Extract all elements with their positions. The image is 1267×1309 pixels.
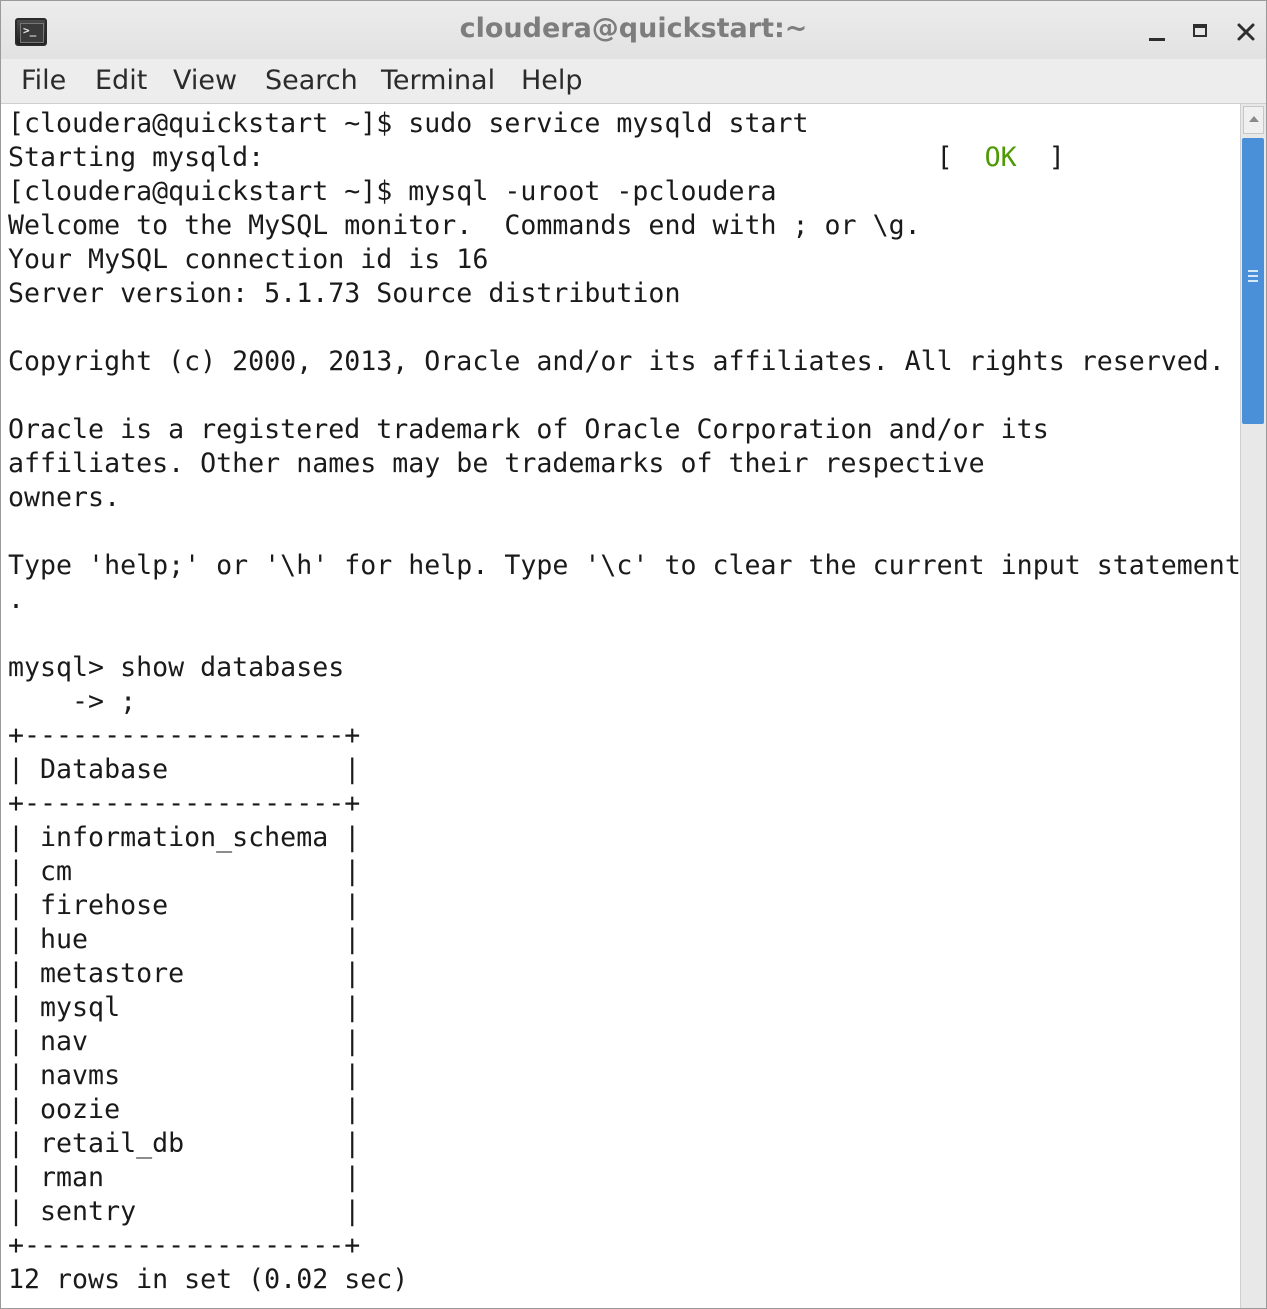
menu-file[interactable]: File	[21, 63, 66, 99]
close-button[interactable]	[1229, 13, 1263, 49]
terminal-text: [cloudera@quickstart ~]$ sudo service my…	[8, 107, 1240, 1297]
menu-edit[interactable]: Edit	[95, 63, 147, 99]
close-icon	[1237, 23, 1255, 41]
grip-icon	[1248, 270, 1258, 282]
window-title: cloudera@quickstart:~	[459, 13, 808, 44]
terminal-lines-before-status: [cloudera@quickstart ~]$ sudo service my…	[8, 108, 953, 173]
menu-help[interactable]: Help	[521, 63, 583, 99]
maximize-button[interactable]	[1185, 13, 1219, 49]
menu-bar: File Edit View Search Terminal Help	[1, 59, 1266, 104]
vertical-scrollbar[interactable]	[1240, 104, 1266, 1308]
menu-terminal[interactable]: Terminal	[381, 63, 495, 99]
menu-search[interactable]: Search	[265, 63, 358, 99]
terminal-window: >_ cloudera@quickstart:~ File Edit View …	[0, 0, 1267, 1309]
terminal-output-area[interactable]: [cloudera@quickstart ~]$ sudo service my…	[2, 104, 1240, 1308]
scroll-up-arrow-icon[interactable]	[1243, 106, 1264, 134]
scroll-thumb[interactable]	[1242, 138, 1264, 424]
ok-status: OK	[984, 142, 1017, 173]
title-bar[interactable]: >_ cloudera@quickstart:~	[1, 1, 1266, 59]
menu-view[interactable]: View	[173, 63, 237, 99]
terminal-lines-after-status: ] [cloudera@quickstart ~]$ mysql -uroot …	[8, 142, 1240, 1295]
minimize-button[interactable]	[1141, 13, 1175, 49]
